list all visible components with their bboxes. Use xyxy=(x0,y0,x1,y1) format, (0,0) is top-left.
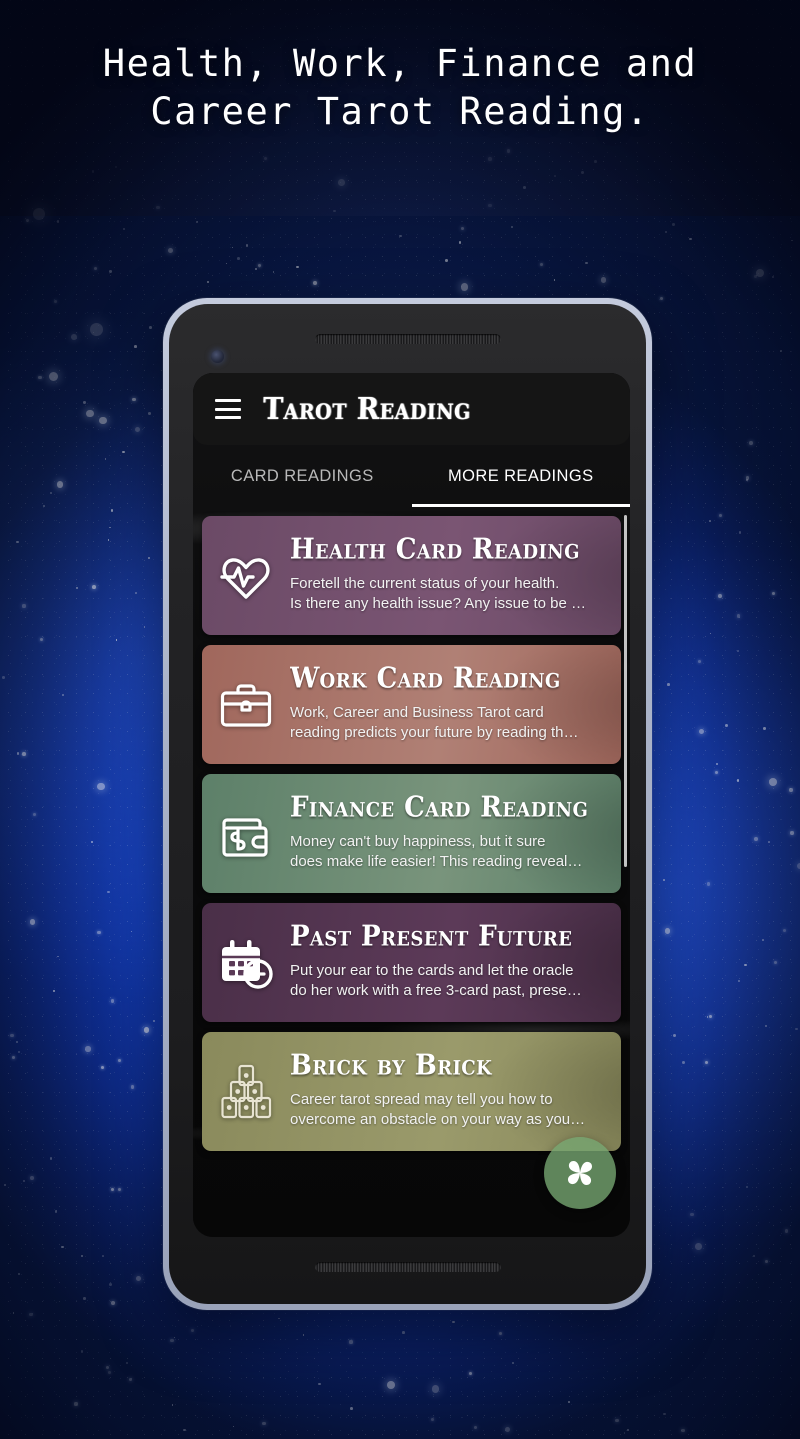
reading-card-description-line-1: Put your ear to the cards and let the or… xyxy=(290,961,574,979)
reading-card-title: Brick by Brick xyxy=(290,1053,493,1083)
tab-more-readings[interactable]: MORE READINGS xyxy=(411,445,631,507)
reading-card-text: Health Card Reading Foretell the current … xyxy=(290,537,596,614)
phone-body: Tarot Reading CARD READINGS MORE READING… xyxy=(169,304,646,1304)
heart-pulse-icon xyxy=(202,516,290,635)
reading-card[interactable]: Brick by Brick Career tarot spread may te… xyxy=(202,1032,621,1151)
speaker-grille xyxy=(314,1262,501,1272)
reading-card-description-line-1: Money can't buy happiness, but it sure xyxy=(290,832,546,850)
reading-card-description: Foretell the current status of your heal… xyxy=(290,574,586,614)
wallet-dollar-icon xyxy=(202,774,290,893)
hamburger-icon[interactable] xyxy=(215,399,241,419)
shuffle-fab-button[interactable] xyxy=(544,1137,616,1209)
reading-card-description-line-2: does make life easier! This reading reve… xyxy=(290,852,583,870)
reading-card-description: Work, Career and Business Tarot card read… xyxy=(290,703,579,743)
reading-card-description: Put your ear to the cards and let the or… xyxy=(290,961,582,1001)
calendar-clock-icon xyxy=(202,903,290,1022)
earpiece-grille xyxy=(314,334,501,344)
reading-card-text: Finance Card Reading Money can't buy happ… xyxy=(290,795,598,872)
reading-card-title: Past Present Future xyxy=(290,924,573,954)
front-camera-icon xyxy=(211,350,224,363)
briefcase-icon xyxy=(202,645,290,764)
app-bar: Tarot Reading xyxy=(193,373,630,445)
reading-card-description-line-2: Is there any health issue? Any issue to … xyxy=(290,594,587,612)
reading-card-title: Finance Card Reading xyxy=(290,795,589,825)
reading-card[interactable]: Work Card Reading Work, Career and Busine… xyxy=(202,645,621,764)
reading-card-text: Past Present Future Put your ear to the c… xyxy=(290,924,592,1001)
tab-bar: CARD READINGS MORE READINGS xyxy=(193,445,630,507)
reading-card-description-line-2: do her work with a free 3-card past, pre… xyxy=(290,981,582,999)
headline-line-1: Health, Work, Finance and xyxy=(102,42,698,85)
reading-card-description-line-1: Work, Career and Business Tarot card xyxy=(290,703,544,721)
reading-card[interactable]: Health Card Reading Foretell the current … xyxy=(202,516,621,635)
headline-line-2: Career Tarot Reading. xyxy=(150,90,650,133)
reading-card[interactable]: Past Present Future Put your ear to the c… xyxy=(202,903,621,1022)
reading-card-description: Career tarot spread may tell you how to o… xyxy=(290,1090,585,1130)
reading-card-description-line-2: overcome an obstacle on your way as you… xyxy=(290,1110,586,1128)
phone-screen: Tarot Reading CARD READINGS MORE READING… xyxy=(193,373,630,1237)
tab-card-readings[interactable]: CARD READINGS xyxy=(193,445,412,507)
phone-mockup: Tarot Reading CARD READINGS MORE READING… xyxy=(163,298,652,1310)
vertical-scrollbar[interactable] xyxy=(624,515,627,867)
reading-list[interactable]: Health Card Reading Foretell the current … xyxy=(193,507,630,1237)
reading-card-description-line-1: Foretell the current status of your heal… xyxy=(290,574,560,592)
reading-card-description: Money can't buy happiness, but it sure do… xyxy=(290,832,588,872)
card-pyramid-icon xyxy=(202,1032,290,1151)
reading-card-description-line-2: reading predicts your future by reading … xyxy=(290,723,579,741)
page-title: Tarot Reading xyxy=(262,391,472,427)
pinwheel-icon xyxy=(568,1161,592,1185)
reading-card-text: Brick by Brick Career tarot spread may te… xyxy=(290,1053,595,1130)
reading-card-title: Health Card Reading xyxy=(290,537,581,567)
reading-card-description-line-1: Career tarot spread may tell you how to xyxy=(290,1090,553,1108)
reading-card[interactable]: Finance Card Reading Money can't buy happ… xyxy=(202,774,621,893)
reading-card-text: Work Card Reading Work, Career and Busine… xyxy=(290,666,589,743)
reading-card-title: Work Card Reading xyxy=(290,666,562,696)
promo-headline: Health, Work, Finance and Career Tarot R… xyxy=(0,40,800,136)
